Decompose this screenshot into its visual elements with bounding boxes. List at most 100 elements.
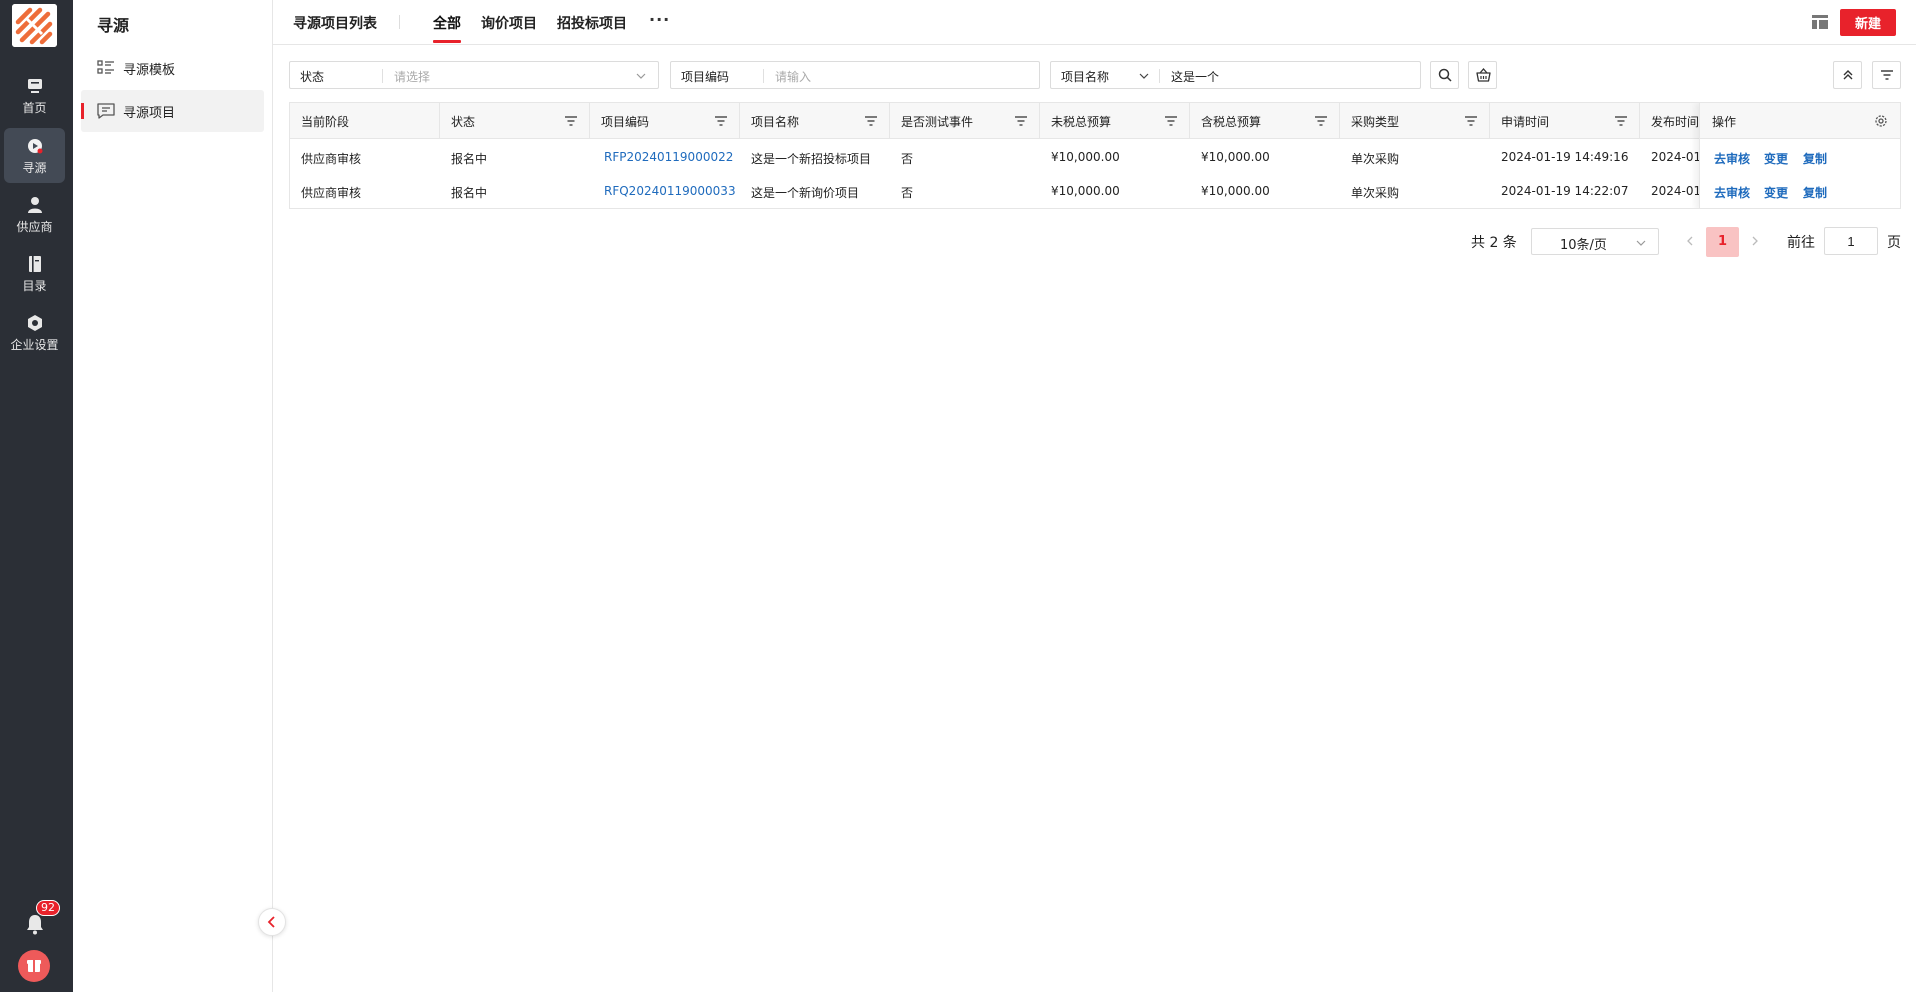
collapse-filters-button[interactable] (1833, 61, 1862, 89)
column-filter-icon[interactable] (1614, 115, 1628, 127)
new-button[interactable]: 新建 (1840, 9, 1896, 36)
sidebar-item-templates[interactable]: 寻源模板 (81, 47, 264, 89)
column-filter-icon[interactable] (564, 115, 578, 127)
advanced-filter-button[interactable] (1872, 61, 1901, 89)
notification-badge: 92 (36, 900, 60, 916)
sidebar-title: 寻源 (97, 16, 130, 35)
column-filter-icon[interactable] (864, 115, 878, 127)
rail-item-settings[interactable]: 企业设置 (4, 305, 65, 360)
sidebar: 寻源 寻源模板 寻源项目 (73, 0, 273, 992)
cell-apply-time: 2024-01-19 14:49:16 (1501, 150, 1629, 164)
status-filter-label: 状态 (300, 70, 325, 84)
change-link[interactable]: 变更 (1764, 184, 1788, 201)
basket-icon (1476, 68, 1491, 82)
column-label: 项目编码 (601, 115, 650, 129)
column-header-code: 项目编码 (590, 103, 740, 139)
review-link[interactable]: 去审核 (1714, 184, 1750, 201)
project-chat-icon (97, 103, 115, 119)
tab-rfq[interactable]: 询价项目 (481, 13, 537, 33)
copy-link[interactable]: 复制 (1803, 184, 1827, 201)
cell-code-link[interactable]: RFP20240119000022 (604, 150, 733, 164)
column-label: 未税总预算 (1051, 115, 1112, 129)
name-filter-field-select[interactable]: 项目名称 (1061, 68, 1109, 85)
cell-name: 这是一个新招投标项目 (751, 152, 872, 166)
rail-item-sourcing[interactable]: 寻源 (4, 128, 65, 183)
column-header-ops: 操作 (1700, 103, 1900, 139)
column-filter-icon[interactable] (714, 115, 728, 127)
goto-page-input[interactable] (1824, 227, 1878, 255)
column-label: 含税总预算 (1201, 115, 1262, 129)
goto-label: 前往 (1787, 235, 1815, 251)
page-size-value: 10条/页 (1560, 238, 1607, 253)
search-button[interactable] (1430, 61, 1459, 89)
column-filter-icon[interactable] (1464, 115, 1478, 127)
rail-item-catalog[interactable]: 目录 (4, 246, 65, 301)
sourcing-icon (27, 139, 42, 154)
catalog-icon (28, 256, 41, 272)
dashboard-icon (27, 79, 42, 93)
table-row[interactable]: 供应商审核 报名中 RFP20240119000022 这是一个新招投标项目 否… (290, 140, 1900, 174)
cell-apply-time: 2024-01-19 14:22:07 (1501, 184, 1629, 198)
layout-icon[interactable] (1810, 12, 1830, 32)
chevron-right-icon[interactable] (1748, 234, 1762, 248)
table-row[interactable]: 供应商审核 报名中 RFQ20240119000033 这是一个新询价项目 否 … (290, 174, 1900, 208)
cell-publish-time: 2024-01- (1651, 150, 1706, 164)
status-filter[interactable]: 状态 请选择 (289, 61, 659, 89)
review-link[interactable]: 去审核 (1714, 150, 1750, 167)
supplier-icon (27, 197, 42, 213)
column-label: 状态 (451, 115, 476, 129)
chevron-left-icon (267, 916, 275, 928)
gear-icon[interactable] (1874, 114, 1888, 128)
divider (1159, 69, 1160, 83)
column-label: 当前阶段 (301, 115, 350, 129)
column-filter-icon[interactable] (1014, 115, 1028, 127)
page-number-current[interactable]: 1 (1706, 227, 1739, 257)
cell-is-test: 否 (901, 152, 914, 166)
column-label: 申请时间 (1501, 115, 1550, 129)
more-tabs-button[interactable]: ··· (649, 10, 670, 29)
chevron-down-icon (1139, 73, 1149, 79)
avatar[interactable] (18, 950, 50, 982)
column-header-status: 状态 (440, 103, 590, 139)
cell-code-link[interactable]: RFQ20240119000033 (604, 184, 736, 198)
name-filter[interactable]: 项目名称 这是一个 (1050, 61, 1421, 89)
column-filter-icon[interactable] (1314, 115, 1328, 127)
chevron-down-icon (1636, 240, 1646, 246)
pagination-total: 共 2 条 (1471, 235, 1517, 251)
rail-item-label: 企业设置 (10, 338, 59, 352)
name-filter-input[interactable]: 这是一个 (1171, 68, 1219, 85)
filter-icon (1881, 70, 1893, 80)
cell-budget-ex-tax: ¥10,000.00 (1051, 150, 1120, 164)
table-header: 当前阶段 状态 项目编码 项目名称 是否测试事件 未税总预算 含税总预算 采购类… (290, 103, 1900, 139)
tab-tender[interactable]: 招投标项目 (557, 13, 627, 33)
rail-item-supplier[interactable]: 供应商 (4, 187, 65, 242)
column-label: 操作 (1712, 115, 1737, 129)
chevron-left-icon[interactable] (1683, 234, 1697, 248)
page-title: 寻源项目列表 (293, 16, 377, 32)
cell-name: 这是一个新询价项目 (751, 186, 860, 200)
projects-table: 当前阶段 状态 项目编码 项目名称 是否测试事件 未税总预算 含税总预算 采购类… (289, 102, 1901, 209)
operations-column: 操作 去审核 变更 复制 去审核 变更 复制 (1699, 103, 1900, 208)
search-icon (1438, 68, 1452, 82)
rail-item-label: 目录 (22, 279, 47, 293)
chevron-down-icon (636, 73, 646, 79)
code-filter[interactable]: 项目编码 请输入 (670, 61, 1040, 89)
column-filter-icon[interactable] (1164, 115, 1178, 127)
app-rail: 首页 寻源 供应商 目录 企业设置 92 (0, 0, 73, 992)
clear-filters-button[interactable] (1468, 61, 1497, 89)
sidebar-item-projects[interactable]: 寻源项目 (81, 90, 264, 132)
rail-item-home[interactable]: 首页 (4, 68, 65, 123)
page-size-select[interactable]: 10条/页 (1531, 228, 1659, 255)
column-label: 采购类型 (1351, 115, 1400, 129)
template-list-icon (97, 60, 114, 74)
change-link[interactable]: 变更 (1764, 150, 1788, 167)
copy-link[interactable]: 复制 (1803, 150, 1827, 167)
app-logo[interactable] (12, 4, 57, 47)
chevrons-up-icon (1843, 70, 1853, 80)
cell-budget-inc-tax: ¥10,000.00 (1201, 184, 1270, 198)
rail-item-label: 供应商 (16, 220, 53, 234)
cell-purchase-type: 单次采购 (1351, 186, 1400, 200)
collapse-sidebar-button[interactable] (258, 908, 286, 936)
column-header-budget-ex-tax: 未税总预算 (1040, 103, 1190, 139)
tab-all[interactable]: 全部 (433, 13, 461, 43)
